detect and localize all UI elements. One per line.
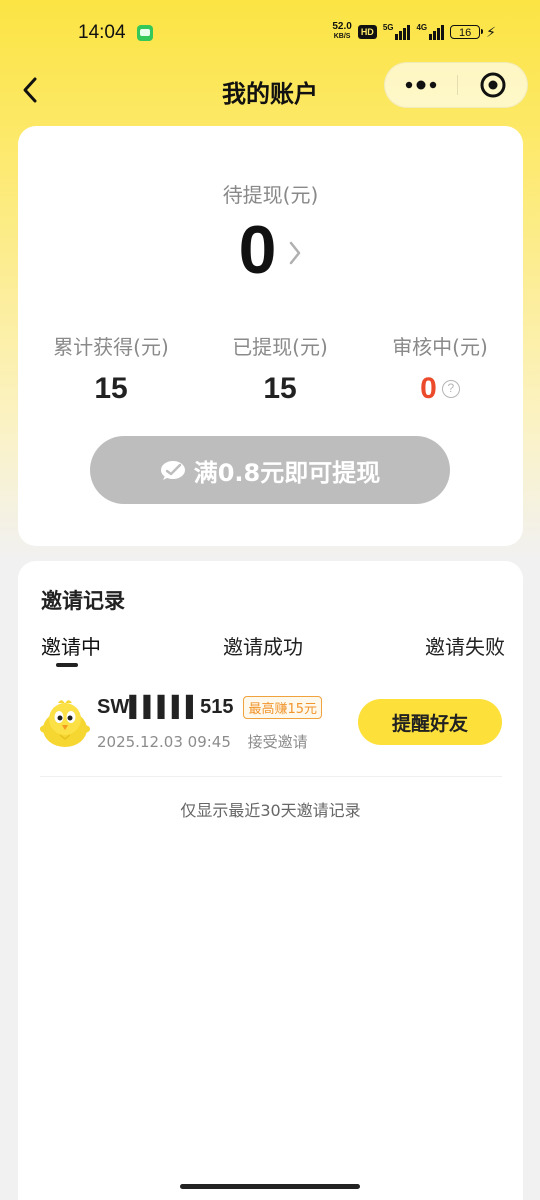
question-circle-icon[interactable]: ? — [441, 380, 460, 398]
account-card: 待提现(元) 0 累计获得(元) 15 已提现(元) 15 审核中(元) 0 ? — [18, 126, 523, 546]
network-speed-value: 52.0 — [332, 21, 352, 32]
hd-voice-icon: HD — [357, 25, 377, 39]
signal-5g-icon: 5G — [383, 24, 411, 40]
network-speed-unit: KB/S — [333, 33, 351, 40]
mini-program-capsule — [384, 62, 528, 108]
stat-value: 0 — [420, 372, 437, 405]
network-speed: 52.0 KB/S — [332, 22, 351, 42]
stat-value: 15 — [263, 372, 297, 405]
invite-meta: 2025.12.03 09:45 接受邀请 — [97, 731, 308, 752]
stat-label: 已提现(元) — [232, 335, 328, 359]
stat-label: 累计获得(元) — [53, 335, 169, 359]
tab-inviting[interactable]: 邀请中 — [41, 631, 101, 660]
account-stats: 累计获得(元) 15 已提现(元) 15 审核中(元) 0 ? — [18, 331, 523, 421]
wechat-pay-icon — [160, 459, 188, 481]
status-bar: 14:04 52.0 KB/S HD 5G 4G 16 ⚡︎ — [0, 0, 540, 66]
back-arrow-icon — [23, 77, 37, 103]
chevron-right-icon — [288, 240, 302, 266]
battery-icon: 16 — [450, 25, 484, 39]
back-button[interactable] — [12, 72, 48, 108]
home-indicator[interactable] — [180, 1184, 360, 1189]
withdraw-button-label: 满0.8元即可提现 — [193, 458, 381, 487]
invitee-name: SW▌▌▌▌▌515 — [97, 696, 234, 718]
status-indicators: 52.0 KB/S HD 5G 4G 16 ⚡︎ — [332, 22, 496, 42]
tab-invite-success[interactable]: 邀请成功 — [223, 631, 303, 660]
invite-name-row: SW▌▌▌▌▌515 最高赚15元 — [97, 696, 322, 719]
max-earn-badge: 最高赚15元 — [243, 696, 322, 719]
stat-withdrawn: 已提现(元) 15 — [190, 331, 370, 406]
pending-withdraw-value: 0 — [238, 212, 277, 288]
stat-value-row: 0 ? — [350, 372, 530, 406]
tab-invite-failed[interactable]: 邀请失败 — [425, 631, 505, 660]
invite-records-card: 邀请记录 邀请中 邀请成功 邀请失败 SW▌▌▌▌▌515 最高赚15元 202… — [18, 561, 523, 1200]
navigation-bar: 我的账户 — [0, 62, 540, 118]
invite-status: 接受邀请 — [247, 733, 308, 751]
remind-friend-button[interactable]: 提醒好友 — [358, 699, 502, 745]
stat-value: 15 — [94, 372, 128, 405]
signal-4g-label: 4G — [416, 23, 428, 32]
mini-program-close-icon — [480, 72, 506, 98]
status-time: 14:04 — [78, 22, 126, 43]
withdraw-button[interactable]: 满0.8元即可提现 — [90, 436, 450, 504]
stat-under-review: 审核中(元) 0 ? — [350, 331, 530, 406]
avatar — [38, 697, 92, 751]
signal-4g-icon: 4G — [416, 23, 445, 40]
invite-list-item: SW▌▌▌▌▌515 最高赚15元 2025.12.03 09:45 接受邀请 … — [18, 691, 523, 777]
active-tab-indicator — [56, 663, 78, 667]
close-mini-program-button[interactable] — [458, 63, 528, 107]
message-notification-icon — [137, 25, 153, 41]
stat-total-earned: 累计获得(元) 15 — [21, 331, 201, 406]
invite-tabs: 邀请中 邀请成功 邀请失败 — [18, 631, 523, 671]
divider — [40, 776, 502, 777]
invite-records-title: 邀请记录 — [41, 589, 125, 613]
pending-withdraw-label: 待提现(元) — [222, 183, 319, 207]
more-dots-icon — [405, 80, 437, 90]
invite-date: 2025.12.03 09:45 — [97, 733, 231, 751]
stat-label: 审核中(元) — [392, 335, 488, 359]
charging-bolt-icon: ⚡︎ — [486, 23, 496, 40]
more-button[interactable] — [385, 63, 457, 107]
invite-footnote: 仅显示最近30天邀请记录 — [180, 801, 361, 820]
pending-withdraw-row[interactable]: 0 — [18, 210, 523, 290]
signal-5g-label: 5G — [382, 23, 394, 32]
